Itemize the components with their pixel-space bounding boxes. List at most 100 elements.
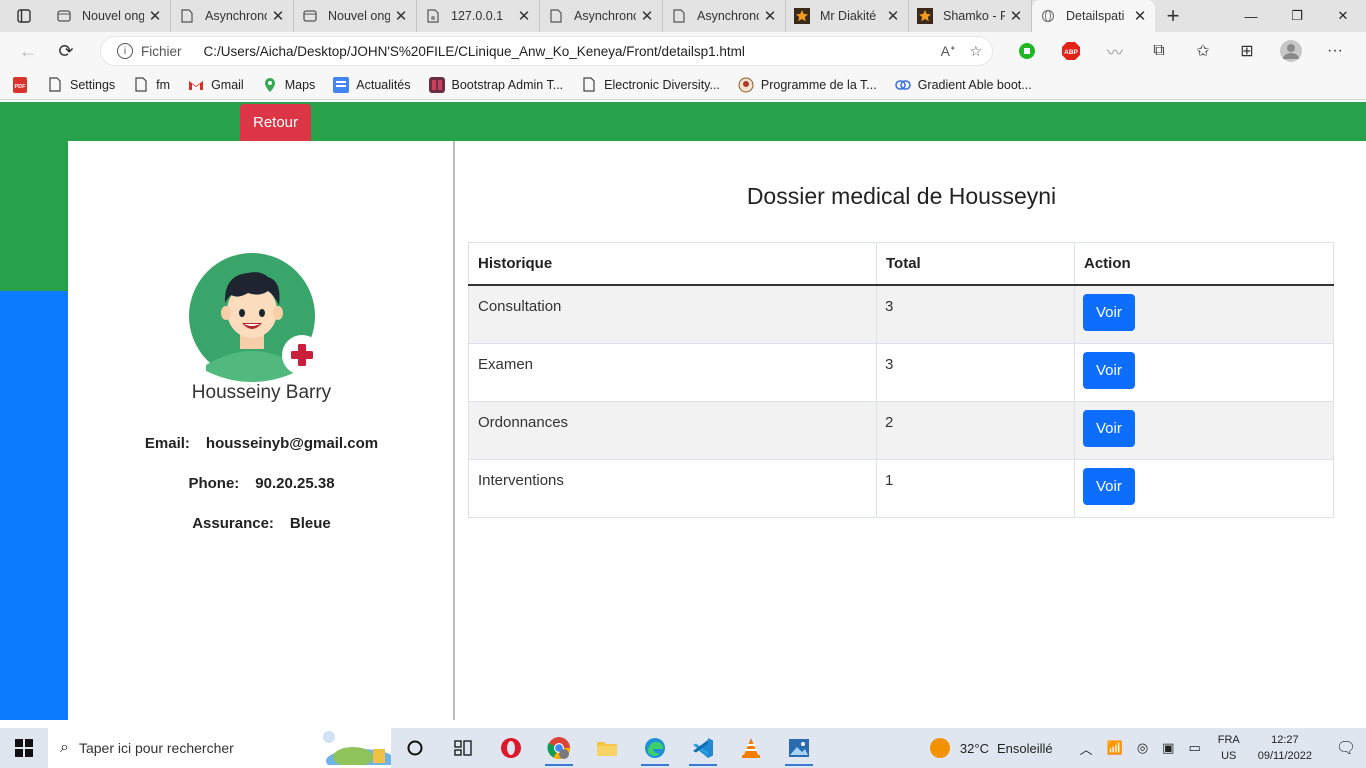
info-icon[interactable]: i	[117, 43, 133, 59]
bookmark-pdf[interactable]: PDF	[12, 76, 35, 93]
show-hidden-icons-icon[interactable]: ︿	[1080, 739, 1093, 758]
phone-label: Phone:	[188, 475, 240, 492]
bookmark-item[interactable]: Maps	[262, 77, 315, 93]
profile-avatar-icon[interactable]	[1269, 40, 1313, 62]
svg-text:PDF: PDF	[15, 84, 27, 90]
bookmark-item[interactable]: Gmail	[188, 77, 244, 93]
browser-tab[interactable]: Nouvel onglet✕	[48, 0, 171, 32]
notification-icon[interactable]: 🗨	[1326, 738, 1366, 758]
adblock-icon[interactable]: ABP	[1049, 41, 1093, 61]
back-arrow-icon[interactable]: ←	[10, 35, 46, 67]
browser-tab[interactable]: Mr Diakité ✕	[786, 0, 909, 32]
historique-cell: Interventions	[468, 459, 877, 518]
new-tab-button[interactable]: +	[1155, 3, 1191, 29]
svg-text:ABP: ABP	[1064, 49, 1078, 56]
battery-icon[interactable]: ▭	[1188, 740, 1200, 756]
page-icon	[302, 8, 318, 24]
collections-icon[interactable]: ⊞	[1225, 41, 1269, 61]
retour-button[interactable]: Retour	[240, 104, 312, 141]
action-cell: Voir	[1074, 401, 1334, 460]
taskbar-search-box[interactable]: ⌕ Taper ici pour rechercher	[48, 728, 391, 768]
browser-tab-active[interactable]: Detailspati ✕	[1032, 0, 1155, 32]
bookmark-item[interactable]: Electronic Diversity...	[581, 77, 720, 93]
sun-icon	[929, 738, 950, 758]
file-explorer-icon[interactable]	[583, 728, 631, 768]
close-tab-icon[interactable]: ✕	[1009, 7, 1023, 25]
bookmark-item[interactable]: fm	[133, 77, 170, 93]
browser-tab[interactable]: Asynchronous✕	[171, 0, 294, 32]
language-code: FRA	[1217, 734, 1240, 746]
bookmark-item[interactable]: Gradient Able boot...	[894, 77, 1032, 93]
photos-icon[interactable]	[775, 728, 823, 768]
bookmark-item[interactable]: Programme de la T...	[738, 77, 877, 93]
tab-actions-button[interactable]	[0, 0, 48, 32]
historique-cell: Examen	[468, 343, 877, 402]
insurance-row: Assurance: Bleue	[68, 515, 455, 532]
tab-actions-icon	[17, 9, 31, 23]
browser-tab[interactable]: Asynchronous✕	[540, 0, 663, 32]
settings-menu-icon[interactable]: ···	[1313, 42, 1357, 60]
restore-icon[interactable]: ❐	[1274, 0, 1320, 32]
doc-icon	[133, 77, 149, 93]
vscode-icon[interactable]	[679, 728, 727, 768]
close-tab-icon[interactable]: ✕	[640, 7, 654, 25]
edge-icon[interactable]	[631, 728, 679, 768]
close-tab-icon[interactable]: ✕	[763, 7, 777, 25]
doc-icon	[425, 8, 441, 24]
close-tab-icon[interactable]: ✕	[517, 7, 531, 25]
voir-button[interactable]: Voir	[1083, 352, 1135, 389]
email-value: housseinyb@gmail.com	[205, 435, 379, 452]
browser-tab[interactable]: 127.0.0.1 ✕	[417, 0, 540, 32]
search-highlight-illustration-icon	[323, 731, 391, 765]
chrome-icon[interactable]	[535, 728, 583, 768]
medical-record-panel: Dossier medical de Housseyni Historique …	[457, 141, 1366, 720]
minimize-icon[interactable]: —	[1228, 0, 1274, 32]
close-tab-icon[interactable]: ✕	[886, 7, 900, 25]
email-label: Email:	[144, 435, 190, 452]
system-clock[interactable]: 12:27 09/11/2022	[1258, 732, 1312, 764]
webcam-icon[interactable]: ◎	[1137, 740, 1148, 756]
total-cell: 3	[876, 284, 1075, 344]
top-navbar	[0, 102, 1366, 141]
phone-value: 90.20.25.38	[255, 475, 335, 492]
extensions-icon[interactable]: ⧉	[1137, 42, 1181, 60]
windows-taskbar: ⌕ Taper ici pour rechercher 32°C Ensolei…	[0, 728, 1366, 768]
task-view-icon[interactable]	[391, 728, 439, 768]
doc-icon	[47, 77, 63, 93]
search-icon: ⌕	[60, 739, 69, 756]
browser-tab[interactable]: Shamko - Fi ✕	[909, 0, 1032, 32]
favorites-icon[interactable]: ✩	[1181, 41, 1225, 61]
table-row: Consultation 3 Voir	[468, 284, 1334, 344]
close-tab-icon[interactable]: ✕	[394, 7, 408, 25]
weather-widget[interactable]: 32°C Ensoleillé	[929, 738, 1053, 758]
bookmark-item[interactable]: Settings	[47, 77, 115, 93]
star-icon	[794, 8, 810, 24]
patient-profile-card: Housseiny Barry Email: housseinyb@gmail.c…	[68, 141, 455, 720]
input-language[interactable]: FRA US	[1218, 732, 1240, 764]
read-aloud-icon[interactable]: Aᐩ	[941, 43, 956, 60]
address-field[interactable]: i Fichier C:/Users/Aicha/Desktop/JOHN'S%…	[100, 36, 993, 66]
opera-icon[interactable]	[487, 728, 535, 768]
performance-icon[interactable]: 〰	[1093, 39, 1137, 63]
browser-tab[interactable]: Asynchronous✕	[663, 0, 786, 32]
wifi-icon[interactable]: 📶	[1107, 740, 1123, 756]
extension-green-icon[interactable]	[1005, 43, 1049, 59]
widgets-icon[interactable]	[439, 728, 487, 768]
close-tab-icon[interactable]: ✕	[148, 7, 162, 25]
voir-button[interactable]: Voir	[1083, 410, 1135, 447]
vlc-icon[interactable]	[727, 728, 775, 768]
add-favorite-icon[interactable]: ☆	[969, 43, 982, 60]
close-tab-icon[interactable]: ✕	[271, 7, 285, 25]
close-tab-icon[interactable]: ✕	[1133, 7, 1147, 25]
browser-tab[interactable]: Nouvel onglet✕	[294, 0, 417, 32]
insurance-value: Bleue	[289, 515, 331, 532]
refresh-icon[interactable]: ⟳	[48, 35, 84, 67]
close-window-icon[interactable]: ✕	[1320, 0, 1366, 32]
voir-button[interactable]: Voir	[1083, 294, 1135, 331]
voir-button[interactable]: Voir	[1083, 468, 1135, 505]
bookmark-item[interactable]: Actualités	[333, 76, 411, 93]
display-icon[interactable]: ▣	[1162, 740, 1174, 756]
bookmark-item[interactable]: Bootstrap Admin T...	[428, 76, 563, 93]
total-cell: 3	[876, 343, 1075, 402]
start-button[interactable]	[0, 728, 48, 768]
